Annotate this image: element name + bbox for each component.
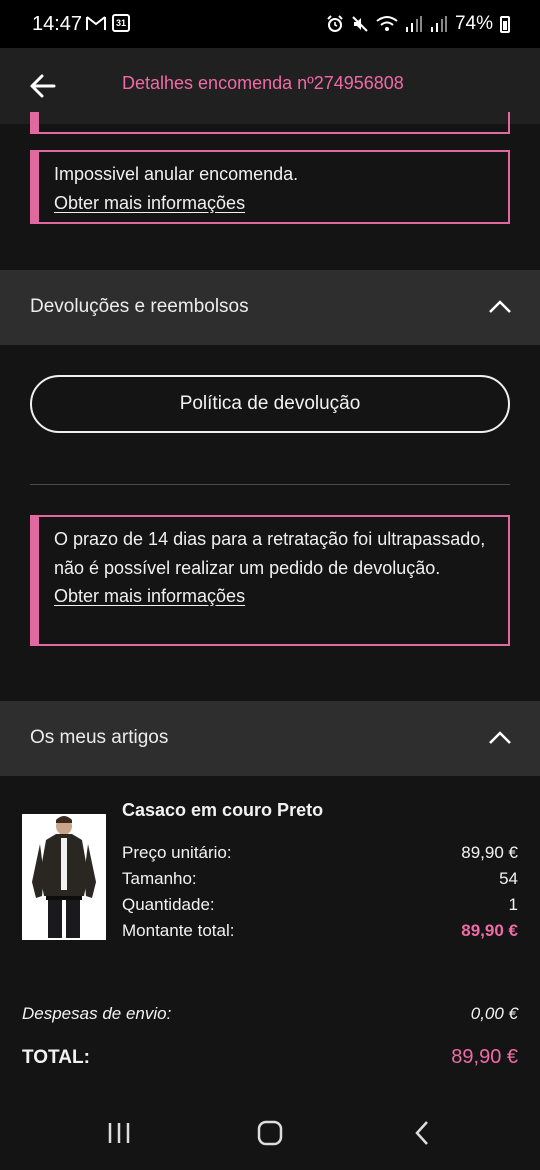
home-icon[interactable] bbox=[257, 1120, 283, 1146]
returns-notice-text: O prazo de 14 dias para a retratação foi… bbox=[54, 529, 486, 578]
status-bar: 14:47 31 74% bbox=[0, 0, 540, 48]
wifi-icon bbox=[376, 16, 398, 31]
size-row: Tamanho: 54 bbox=[122, 869, 518, 889]
back-nav-icon[interactable] bbox=[410, 1120, 436, 1146]
battery-percent: 74% bbox=[454, 13, 493, 34]
total-value: 89,90 € bbox=[451, 1046, 518, 1068]
signal-icon bbox=[405, 16, 422, 32]
chevron-up-icon[interactable] bbox=[488, 729, 512, 745]
total-amount-row: Montante total: 89,90 € bbox=[122, 921, 518, 941]
quantity-row: Quantidade: 1 bbox=[122, 895, 518, 915]
status-time: 14:47 bbox=[32, 13, 83, 35]
leather-jacket-image bbox=[22, 814, 106, 940]
shipping-value: 0,00 € bbox=[470, 1004, 518, 1023]
total-amount-label: Montante total: bbox=[122, 921, 235, 940]
mute-icon bbox=[352, 16, 368, 32]
items-section-header[interactable]: Os meus artigos bbox=[0, 701, 540, 776]
system-nav-bar bbox=[0, 1098, 540, 1170]
return-policy-button[interactable]: Política de devolução bbox=[30, 375, 510, 433]
battery-icon bbox=[500, 15, 510, 33]
total-row: TOTAL: 89,90 € bbox=[22, 1046, 518, 1069]
shipping-row: Despesas de envio: 0,00 € bbox=[22, 1004, 518, 1024]
returns-section-title: Devoluções e reembolsos bbox=[30, 296, 249, 317]
system-status-icons: 74% bbox=[326, 13, 510, 35]
cancel-notice-text: Impossivel anular encomenda. bbox=[54, 164, 299, 184]
quantity-value: 1 bbox=[508, 895, 518, 914]
notification-icons: 31 bbox=[86, 14, 130, 32]
shipping-label: Despesas de envio: bbox=[22, 1004, 172, 1023]
total-amount-value: 89,90 € bbox=[461, 921, 518, 940]
page-title: Detalhes encomenda nº274956808 bbox=[122, 73, 404, 93]
total-label: TOTAL: bbox=[22, 1046, 90, 1068]
cancel-info-link[interactable]: Obter mais informações bbox=[54, 189, 496, 218]
returns-section-header[interactable]: Devoluções e reembolsos bbox=[0, 270, 540, 345]
signal-icon-2 bbox=[430, 16, 447, 32]
unit-price-label: Preço unitário: bbox=[122, 843, 232, 862]
returns-notice: O prazo de 14 dias para a retratação foi… bbox=[30, 515, 510, 646]
unit-price-value: 89,90 € bbox=[461, 843, 518, 862]
returns-info-link[interactable]: Obter mais informações bbox=[54, 582, 496, 611]
unit-price-row: Preço unitário: 89,90 € bbox=[122, 843, 518, 863]
gmail-icon bbox=[86, 16, 106, 30]
alarm-icon bbox=[327, 15, 343, 32]
product-image[interactable] bbox=[22, 814, 106, 940]
items-section-title: Os meus artigos bbox=[30, 727, 169, 748]
size-label: Tamanho: bbox=[122, 869, 197, 888]
recent-apps-icon[interactable] bbox=[106, 1120, 132, 1146]
cancel-notice: Impossivel anular encomenda. Obter mais … bbox=[30, 150, 510, 224]
quantity-label: Quantidade: bbox=[122, 895, 215, 914]
previous-notice-box bbox=[30, 112, 510, 134]
calendar-icon: 31 bbox=[112, 14, 130, 32]
chevron-up-icon[interactable] bbox=[488, 298, 512, 314]
back-arrow-icon[interactable] bbox=[22, 68, 62, 104]
divider bbox=[30, 484, 510, 485]
product-name: Casaco em couro Preto bbox=[122, 800, 324, 820]
size-value: 54 bbox=[499, 869, 518, 888]
